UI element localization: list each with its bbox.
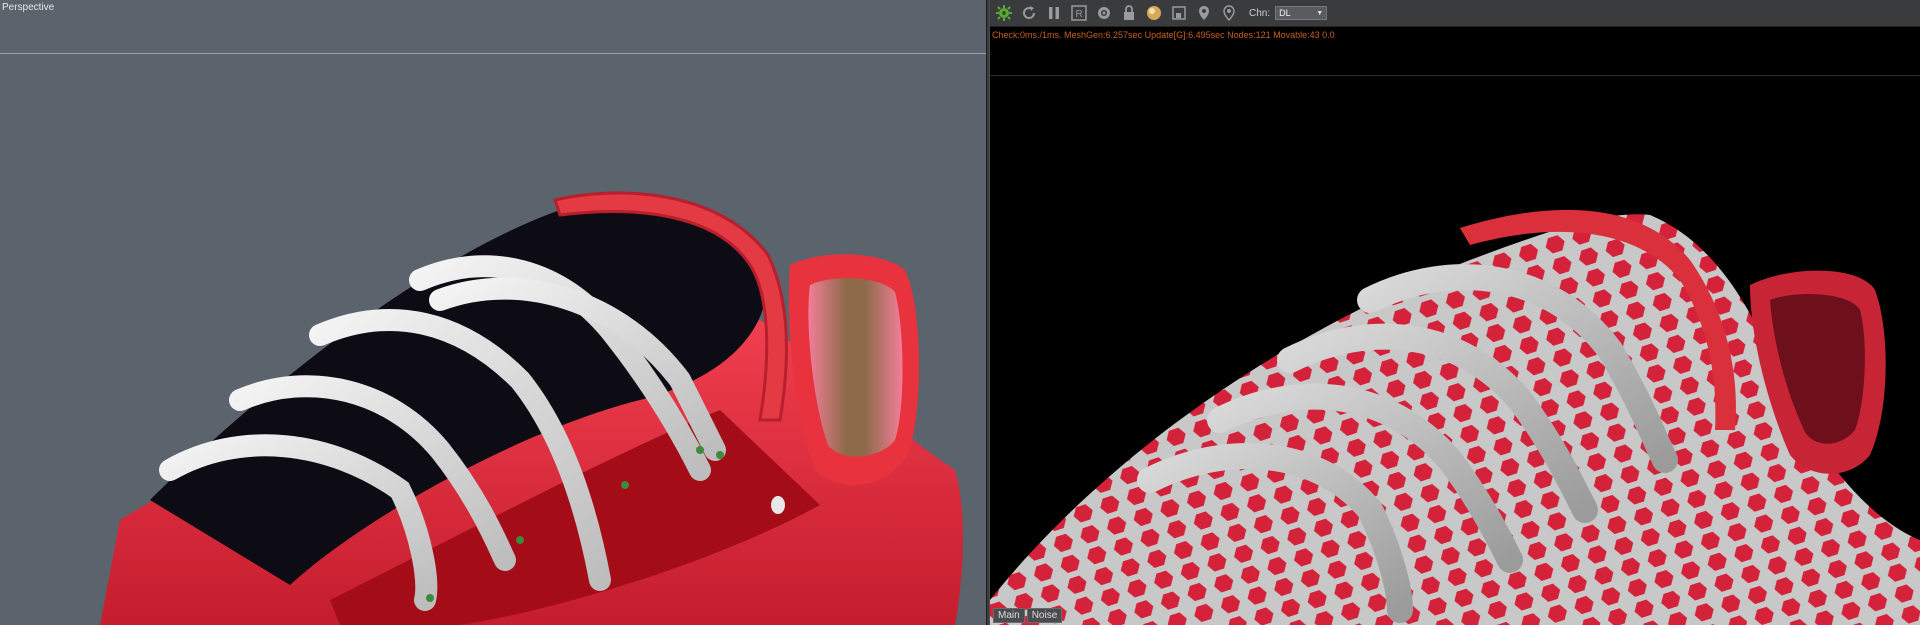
render-viewport[interactable]: R Chn: DL ▼ Check:0ms./1ms. MeshGen:6.25… xyxy=(990,0,1920,625)
eyelet-hole xyxy=(771,496,785,514)
tab-noise[interactable]: Noise xyxy=(1026,608,1063,623)
render-start-icon[interactable] xyxy=(993,2,1015,24)
pin-alt-icon[interactable] xyxy=(1218,2,1240,24)
pin-icon[interactable] xyxy=(1193,2,1215,24)
window-icon[interactable] xyxy=(1168,2,1190,24)
viewport-label[interactable]: Perspective xyxy=(0,2,56,13)
perspective-viewport[interactable]: Perspective xyxy=(0,0,986,625)
bottom-tabs: Main Noise xyxy=(993,608,1063,623)
render-status: Check:0ms./1ms. MeshGen:6.257sec Update[… xyxy=(992,30,1335,40)
pause-icon[interactable] xyxy=(1043,2,1065,24)
render-scene xyxy=(990,209,1920,625)
viewport-scene xyxy=(100,191,963,625)
material-sphere-icon[interactable] xyxy=(1143,2,1165,24)
app-root: Perspective R Chn: DL ▼ Check:0ms./1ms. … xyxy=(0,0,1920,625)
channel-select[interactable]: DL ▼ xyxy=(1275,6,1328,20)
channel-value: DL xyxy=(1279,8,1291,18)
horizon-line xyxy=(0,53,986,54)
tab-main[interactable]: Main xyxy=(993,608,1025,623)
lock-icon[interactable] xyxy=(1118,2,1140,24)
channel-label: Chn: xyxy=(1249,7,1271,19)
refresh-icon[interactable] xyxy=(1018,2,1040,24)
region-icon[interactable]: R xyxy=(1068,2,1090,24)
status-divider xyxy=(990,75,1920,76)
render-toolbar: R Chn: DL ▼ xyxy=(990,0,1920,27)
svg-text:R: R xyxy=(1076,9,1083,20)
chevron-down-icon: ▼ xyxy=(1316,9,1324,17)
settings-icon[interactable] xyxy=(1093,2,1115,24)
